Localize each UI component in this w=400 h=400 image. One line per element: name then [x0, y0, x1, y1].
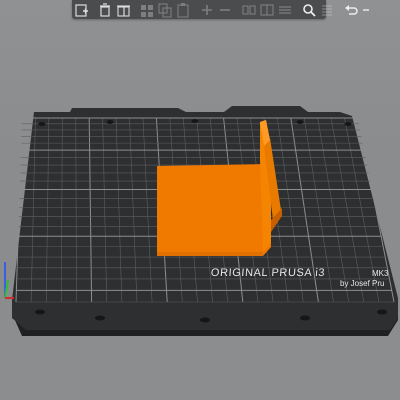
copy-button[interactable] [157, 1, 173, 18]
remove-instance-button[interactable] [217, 1, 233, 18]
plus-icon [202, 4, 212, 15]
paste-button[interactable] [175, 1, 191, 18]
split-parts-button[interactable] [259, 1, 275, 18]
bed-logo-model: MK3 [372, 269, 389, 278]
split-objects-button[interactable] [241, 1, 257, 18]
layers-editing-button[interactable] [277, 1, 293, 18]
add-icon [75, 3, 88, 17]
copy-icon [158, 2, 172, 18]
3d-viewport[interactable]: ORIGINAL PRUSA i3 MK3 by Josef Pru [0, 0, 400, 400]
hamburger-icon [322, 4, 332, 16]
layers-icon [279, 5, 291, 14]
search-icon [303, 3, 316, 17]
add-instance-button[interactable] [199, 1, 215, 18]
origin-axes [4, 262, 14, 299]
trash-icon [100, 2, 110, 17]
split-objects-icon [242, 4, 256, 15]
menu-button[interactable] [319, 1, 335, 18]
split-parts-icon [260, 3, 274, 16]
delete-all-icon [117, 4, 130, 17]
chevron-down-icon [363, 8, 369, 11]
minus-icon [220, 8, 230, 11]
paste-icon [177, 2, 189, 18]
scene-canvas[interactable]: ORIGINAL PRUSA i3 MK3 by Josef Pru [0, 0, 400, 400]
delete-all-button[interactable] [115, 1, 131, 18]
bed-logo-line1: ORIGINAL PRUSA i3 [210, 267, 325, 279]
undo-button[interactable] [343, 1, 359, 18]
arrange-icon [141, 4, 153, 17]
delete-button[interactable] [97, 1, 113, 18]
model-base-face [157, 164, 271, 256]
arrange-button[interactable] [139, 1, 155, 18]
add-object-button[interactable] [73, 1, 89, 18]
top-toolbar [72, 0, 369, 19]
model-base-front-edge [157, 252, 263, 256]
undo-dropdown-button[interactable] [361, 1, 371, 18]
bed-logo-line2: by Josef Pru [340, 279, 384, 288]
search-button[interactable] [301, 1, 317, 18]
undo-icon [345, 4, 358, 15]
